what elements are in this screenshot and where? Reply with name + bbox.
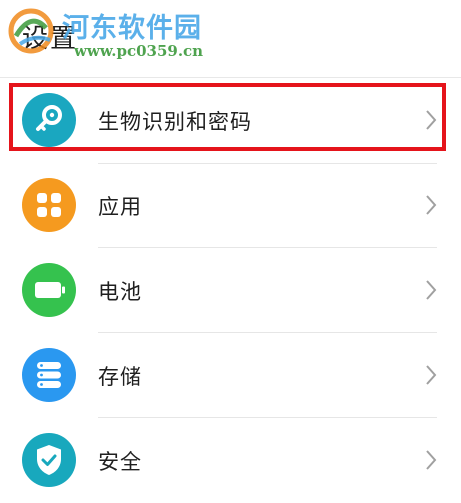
battery-icon [35,282,65,298]
settings-item-label: 电池 [98,280,142,304]
key-icon [36,105,62,131]
settings-item-apps[interactable]: 应用 [0,163,461,248]
settings-item-biometrics-password[interactable]: 生物识别和密码 [0,78,461,163]
storage-icon-badge [22,348,76,402]
chevron-right-icon [426,365,437,385]
battery-icon-badge [22,263,76,317]
settings-item-label: 安全 [98,450,142,474]
chevron-right-icon [426,195,437,215]
shield-check-icon [37,445,61,475]
settings-list: 生物识别和密码 应用 电池 存储 安全 [0,78,461,503]
storage-icon [37,362,61,388]
security-icon-badge [22,433,76,487]
chevron-right-icon [426,280,437,300]
settings-item-battery[interactable]: 电池 [0,248,461,333]
settings-item-label: 生物识别和密码 [98,110,252,134]
watermark: 河东软件园 www.pc0359.cn [0,0,230,70]
watermark-logo-icon [8,8,54,54]
settings-item-security[interactable]: 安全 [0,418,461,503]
apps-grid-icon [37,193,61,217]
watermark-title: 河东软件园 [62,13,202,44]
chevron-right-icon [426,110,437,130]
settings-item-label: 存储 [98,365,142,389]
biometrics-icon-badge [22,93,76,147]
chevron-right-icon [426,450,437,470]
settings-item-label: 应用 [98,195,142,219]
watermark-url: www.pc0359.cn [74,42,204,60]
apps-icon-badge [22,178,76,232]
item-divider [98,163,437,164]
settings-item-storage[interactable]: 存储 [0,333,461,418]
